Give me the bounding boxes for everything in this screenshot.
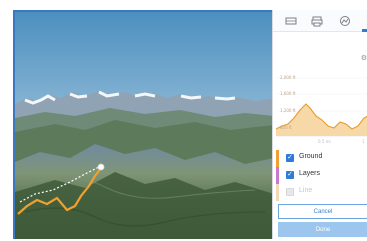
elevation-panel: ⚙ 2,000 ft 1,600 ft 1,200 ft 800 ft 0.5 … (272, 10, 367, 239)
layer-label: Line (299, 187, 313, 194)
terrain-scene[interactable] (15, 12, 272, 239)
cancel-button[interactable]: Cancel (278, 204, 367, 219)
layer-row-layers[interactable]: ✓ Layers (276, 167, 367, 184)
layers-checkbox[interactable]: ✓ (286, 171, 294, 179)
y-tick: 1,200 ft (280, 108, 296, 113)
layer-label: Layers (299, 170, 321, 177)
app-window: ⚙ 2,000 ft 1,600 ft 1,200 ft 800 ft 0.5 … (0, 0, 367, 241)
print-icon[interactable] (309, 13, 325, 29)
scene-view[interactable] (13, 10, 272, 239)
layer-label: Ground (299, 153, 323, 160)
ground-checkbox[interactable]: ✓ (286, 154, 294, 162)
route-endpoint[interactable] (97, 163, 105, 171)
layer-row-line[interactable]: Line (276, 184, 367, 201)
done-button[interactable]: Done (278, 222, 367, 237)
x-tick: 1 (362, 139, 365, 144)
active-tool-indicator (362, 29, 367, 32)
line-checkbox[interactable] (286, 188, 294, 196)
layer-row-ground[interactable]: ✓ Ground (276, 150, 367, 167)
y-tick: 1,600 ft (280, 91, 296, 96)
layers-icon[interactable] (283, 13, 299, 29)
panel-toolbar (273, 10, 367, 32)
y-tick: 2,000 ft (280, 75, 296, 80)
elevation-icon[interactable] (337, 13, 353, 29)
x-tick: 0.5 mi (318, 139, 331, 144)
settings-icon[interactable]: ⚙ (361, 54, 367, 62)
y-tick: 800 ft (280, 125, 292, 130)
elevation-profile-chart[interactable]: 2,000 ft 1,600 ft 1,200 ft 800 ft 0.5 mi… (275, 66, 367, 146)
